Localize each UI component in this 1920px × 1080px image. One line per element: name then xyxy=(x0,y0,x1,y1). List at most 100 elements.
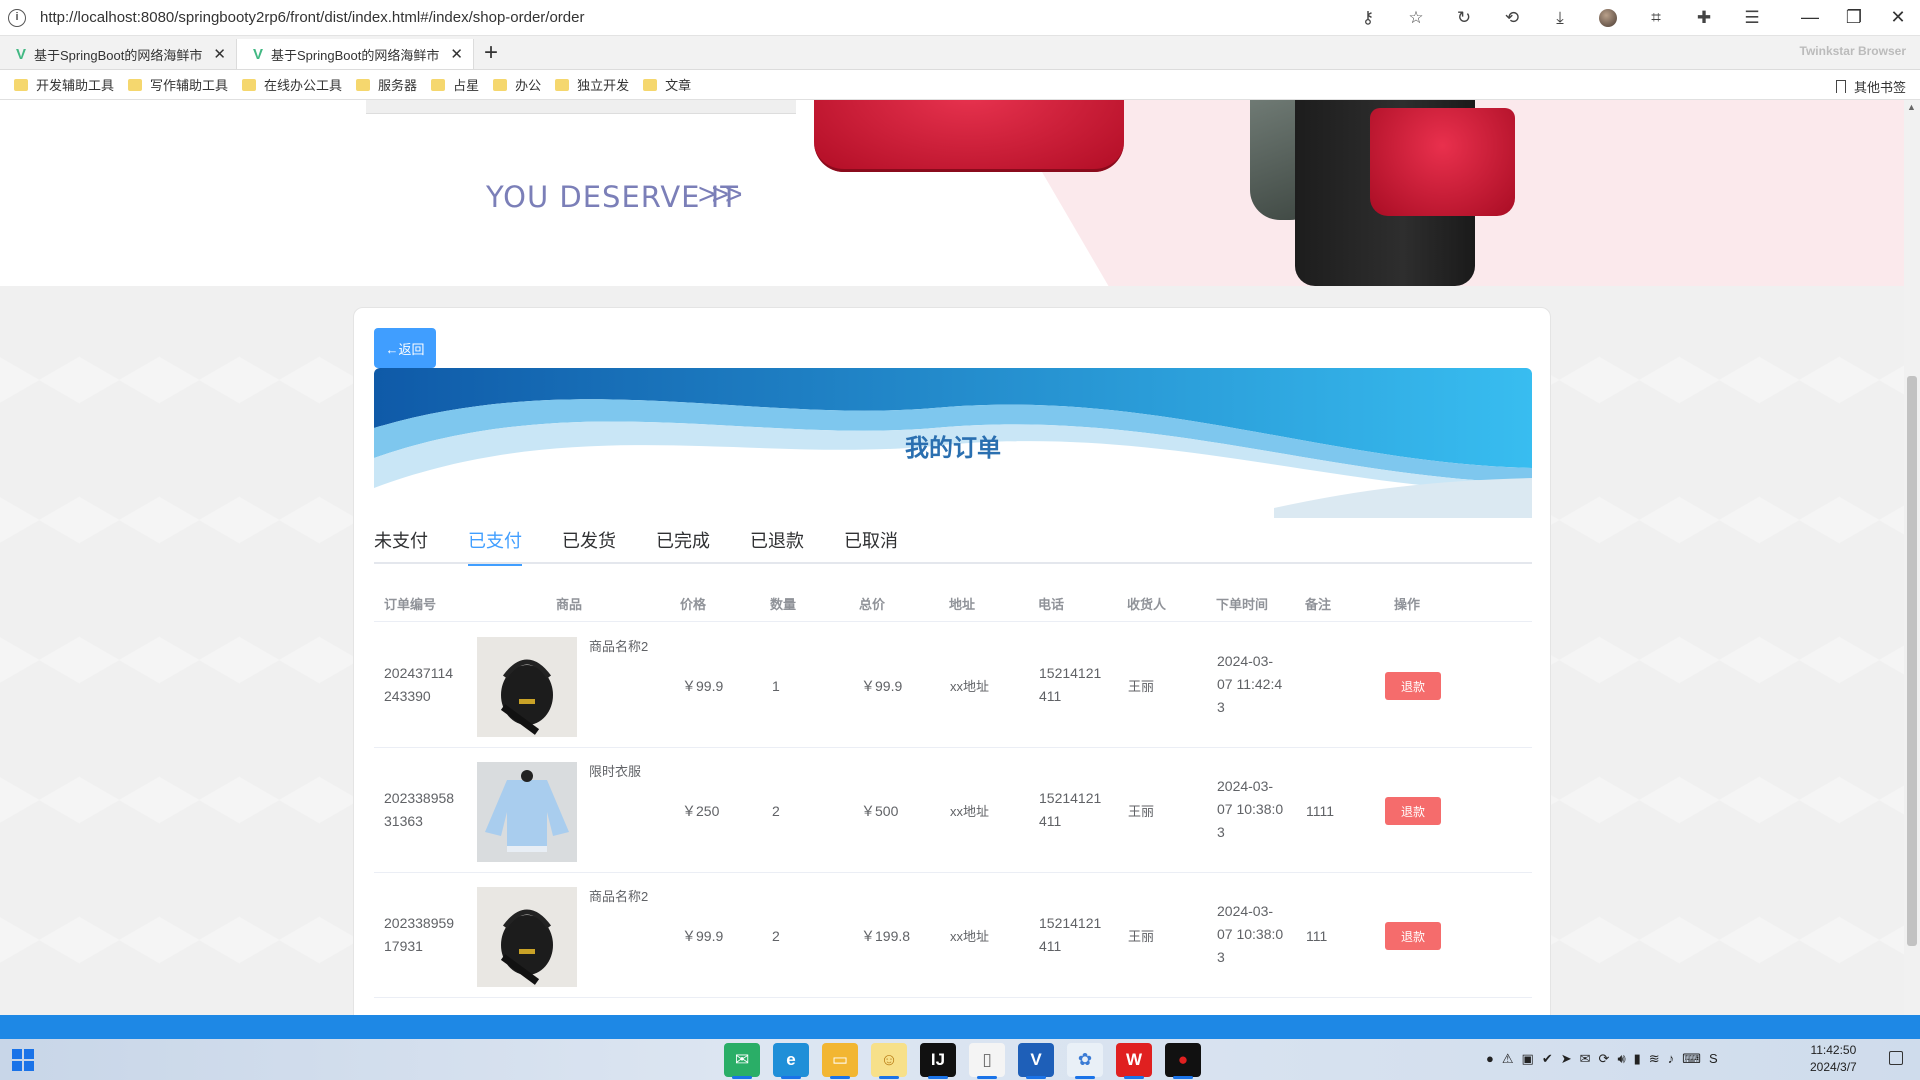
price: ￥99.9 xyxy=(682,678,724,694)
order-status-tabs: 未支付 已支付 已发货 已完成 已退款 已取消 xyxy=(374,524,1532,566)
volume-icon[interactable]: 🔊︎ xyxy=(1617,1051,1625,1067)
product-name[interactable]: 商品名称2 xyxy=(589,885,648,908)
windows-start-icon[interactable] xyxy=(12,1049,34,1071)
extension-icon[interactable]: ✚ xyxy=(1690,4,1718,32)
column-header: 操作 xyxy=(1394,597,1421,612)
notification-icon[interactable] xyxy=(1889,1051,1903,1065)
refund-button[interactable]: 退款 xyxy=(1385,922,1441,950)
product-name[interactable]: 商品名称2 xyxy=(589,635,648,658)
reload-icon[interactable]: ↻ xyxy=(1450,4,1478,32)
clock[interactable]: 11:42:50 2024/3/7 xyxy=(1810,1042,1857,1076)
tab-cancelled[interactable]: 已取消 xyxy=(844,524,898,564)
wps-icon[interactable]: W xyxy=(1116,1043,1152,1079)
crop-icon[interactable]: ⌗ xyxy=(1642,4,1670,32)
phone: 15214121 411 xyxy=(1039,665,1102,704)
download-icon[interactable]: ⤓ xyxy=(1546,4,1574,32)
order-header-banner: 我的订单 xyxy=(374,368,1532,518)
folder-icon[interactable]: ▭ xyxy=(822,1043,858,1079)
tab-refunded[interactable]: 已退款 xyxy=(750,524,804,564)
refund-button[interactable]: 退款 xyxy=(1385,797,1441,825)
close-tab-icon[interactable]: ✕ xyxy=(213,45,226,63)
vscode-icon[interactable]: V xyxy=(1018,1043,1054,1079)
tab-unpaid[interactable]: 未支付 xyxy=(374,524,428,564)
key-icon[interactable]: ⚷ xyxy=(1354,4,1382,32)
back-button[interactable]: ←返回 xyxy=(374,328,436,368)
bookmark-folder[interactable]: 在线办公工具 xyxy=(242,75,342,94)
quantity: 2 xyxy=(772,928,780,944)
sync-tray-icon[interactable]: ⟳ xyxy=(1599,1051,1610,1067)
folder-icon xyxy=(493,78,508,91)
tab-shipped[interactable]: 已发货 xyxy=(562,524,616,564)
windows-taskbar: ✉ e ▭ ☺ IJ ▯ V ✿ W ● ● ⚠ ▣ ✔ ➤ ✉ ⟳ 🔊︎ ▮ … xyxy=(0,1039,1920,1080)
microphone-icon[interactable]: ♪ xyxy=(1668,1051,1675,1067)
address: xx地址 xyxy=(950,679,990,694)
bookmark-folder[interactable]: 独立开发 xyxy=(555,75,629,94)
input-method-icon[interactable]: ⌨ xyxy=(1682,1051,1701,1067)
star-icon[interactable]: ☆ xyxy=(1402,4,1430,32)
clock-time: 11:42:50 xyxy=(1810,1043,1857,1057)
vue-logo-icon: V xyxy=(253,45,264,63)
column-header: 商品 xyxy=(556,597,583,612)
file-icon[interactable]: ▯ xyxy=(969,1043,1005,1079)
tab-bar: V 基于SpringBoot的网络海鲜市 ✕ V 基于SpringBoot的网络… xyxy=(0,36,1920,70)
folder-icon xyxy=(128,78,143,91)
page-scrollbar[interactable]: ▲ ▼ xyxy=(1904,100,1920,1039)
edge-icon[interactable]: e xyxy=(773,1043,809,1079)
battery-icon[interactable]: ▮ xyxy=(1634,1051,1641,1067)
bookmark-folder[interactable]: 办公 xyxy=(493,75,541,94)
refund-button[interactable]: 退款 xyxy=(1385,672,1441,700)
wechat-icon[interactable]: ✉ xyxy=(724,1043,760,1079)
handbag-image xyxy=(1370,108,1515,216)
bookmark-folder[interactable]: 写作辅助工具 xyxy=(128,75,228,94)
total-price: ￥199.8 xyxy=(861,928,911,944)
fox-icon[interactable]: ☺ xyxy=(871,1043,907,1079)
bookmark-folder[interactable]: 文章 xyxy=(643,75,691,94)
restore-button[interactable]: ❐ xyxy=(1832,7,1876,28)
tab-completed[interactable]: 已完成 xyxy=(656,524,710,564)
profile-icon[interactable] xyxy=(1594,4,1622,32)
scrollbar-thumb[interactable] xyxy=(1907,376,1917,946)
page-viewport: YOU DESERVE IT >>> ←返回 我的订单 未支付 已支付 已发货 … xyxy=(0,100,1904,1039)
app-tray-icon[interactable]: ▣ xyxy=(1522,1051,1534,1067)
tab-paid[interactable]: 已支付 xyxy=(468,524,522,566)
price: ￥99.9 xyxy=(682,928,724,944)
bookmark-folder[interactable]: 开发辅助工具 xyxy=(14,75,114,94)
new-tab-button[interactable]: + xyxy=(474,39,508,69)
receiver: 王丽 xyxy=(1128,929,1155,944)
send-tray-icon[interactable]: ➤ xyxy=(1561,1051,1572,1067)
history-icon[interactable]: ⟲ xyxy=(1498,4,1526,32)
check-tray-icon[interactable]: ✔ xyxy=(1542,1051,1553,1067)
info-icon[interactable]: i xyxy=(8,8,26,27)
promo-banner[interactable]: YOU DESERVE IT >>> xyxy=(0,100,1904,286)
folder-icon xyxy=(431,78,446,91)
browser-tab-2[interactable]: V 基于SpringBoot的网络海鲜市 ✕ xyxy=(237,39,474,69)
network-icon[interactable]: ✿ xyxy=(1067,1043,1103,1079)
system-tray[interactable]: ● ⚠ ▣ ✔ ➤ ✉ ⟳ 🔊︎ ▮ ≋ ♪ ⌨ S xyxy=(1486,1051,1718,1067)
product-image[interactable] xyxy=(477,887,577,987)
menu-icon[interactable]: ☰ xyxy=(1738,4,1766,32)
browser-brand: Twinkstar Browser xyxy=(1799,44,1906,58)
browser-tab-title: 基于SpringBoot的网络海鲜市 xyxy=(34,47,203,63)
wechat-tray-icon[interactable]: ✉ xyxy=(1580,1051,1591,1067)
browser-tab-1[interactable]: V 基于SpringBoot的网络海鲜市 ✕ xyxy=(0,39,237,69)
close-window-button[interactable]: ✕ xyxy=(1876,7,1920,28)
wifi-icon[interactable]: ≋ xyxy=(1649,1051,1660,1067)
product-name[interactable]: 限时衣服 xyxy=(589,760,641,783)
close-tab-icon[interactable]: ✕ xyxy=(450,45,463,63)
order-time: 2024-03- 07 10:38:0 3 xyxy=(1217,903,1284,965)
bookmark-folder[interactable]: 占星 xyxy=(431,75,479,94)
language-icon[interactable]: S xyxy=(1709,1051,1718,1067)
product-image[interactable] xyxy=(477,637,577,737)
record-icon[interactable]: ● xyxy=(1165,1043,1201,1079)
product-image[interactable] xyxy=(477,762,577,862)
warning-tray-icon[interactable]: ⚠ xyxy=(1502,1051,1514,1067)
minimize-button[interactable]: — xyxy=(1788,7,1832,28)
bookmark-folder[interactable]: 服务器 xyxy=(356,75,417,94)
url-field[interactable]: http://localhost:8080/springbooty2rp6/fr… xyxy=(40,9,1354,26)
folder-icon xyxy=(242,78,257,91)
record-tray-icon[interactable]: ● xyxy=(1486,1051,1494,1067)
intellij-icon[interactable]: IJ xyxy=(920,1043,956,1079)
banner-caption-box xyxy=(366,100,796,114)
other-bookmarks[interactable]: 其他书签 xyxy=(1835,77,1906,96)
scroll-up-icon[interactable]: ▲ xyxy=(1907,102,1916,112)
